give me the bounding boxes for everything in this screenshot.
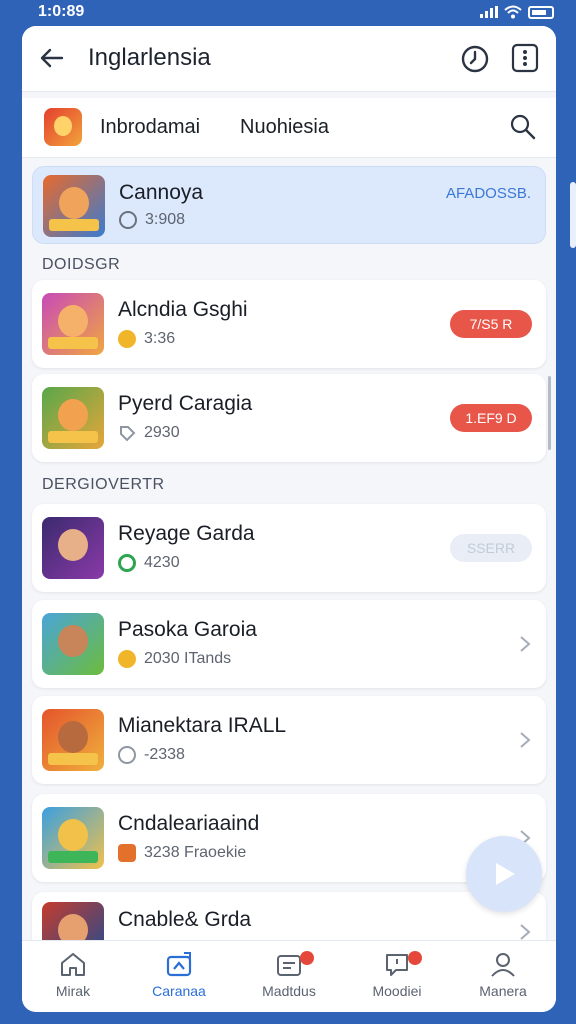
tab-left[interactable]: Inbrodamai bbox=[100, 116, 200, 139]
game-title: Alcndia Gsghi bbox=[118, 298, 248, 321]
nav-item-matches[interactable]: Madtdus bbox=[244, 949, 334, 999]
scrollbar[interactable] bbox=[548, 376, 551, 450]
status-icons bbox=[480, 5, 554, 19]
coin-icon bbox=[118, 650, 136, 668]
game-thumbnail bbox=[42, 807, 104, 869]
chevron-right-icon[interactable] bbox=[518, 730, 532, 750]
game-subtitle: 2930 bbox=[118, 424, 180, 442]
list-item[interactable]: Reyage Garda 4230 SSERR bbox=[32, 504, 546, 592]
inbox-icon bbox=[277, 955, 301, 976]
history-icon[interactable] bbox=[458, 42, 492, 76]
game-title: Pyerd Caragia bbox=[118, 392, 253, 415]
list-item[interactable]: Mianektara IRALL -2338 bbox=[32, 696, 546, 784]
game-thumbnail bbox=[42, 387, 104, 449]
game-thumbnail bbox=[43, 175, 105, 237]
action-button[interactable]: 1.EF9 D bbox=[450, 404, 532, 432]
list-item[interactable]: Alcndia Gsghi 3:36 7/S5 R bbox=[32, 280, 546, 368]
game-title: Cannoya bbox=[119, 181, 204, 204]
game-thumbnail bbox=[42, 613, 104, 675]
nav-label: Moodiei bbox=[372, 983, 422, 999]
game-subtitle: -2338 bbox=[118, 746, 185, 764]
nav-label: Manera bbox=[479, 983, 527, 999]
play-icon bbox=[496, 863, 515, 885]
selected-action[interactable]: AFADOSSB. bbox=[446, 185, 531, 202]
game-sub-value: 3:908 bbox=[145, 211, 186, 228]
game-title: Pasoka Garoia bbox=[118, 618, 257, 641]
game-sub-value: 3:36 bbox=[144, 330, 176, 347]
action-button[interactable]: SSERR bbox=[450, 534, 532, 562]
game-logo bbox=[44, 108, 82, 146]
app-bar: Inglarlensia bbox=[22, 26, 556, 92]
battery-icon bbox=[528, 5, 554, 19]
game-sub-value: 2030 ITands bbox=[144, 650, 232, 667]
section-label-second: DERGIOVERTR bbox=[42, 476, 165, 493]
message-icon bbox=[386, 954, 408, 976]
link-icon bbox=[119, 211, 137, 229]
section-label-first: DOIDSGR bbox=[42, 256, 121, 273]
game-thumbnail bbox=[42, 293, 104, 355]
game-title: Mianektara IRALL bbox=[118, 714, 287, 737]
more-menu-icon[interactable] bbox=[510, 42, 540, 74]
nav-label: Mirak bbox=[55, 983, 91, 999]
game-sub-value: 4230 bbox=[144, 554, 180, 571]
tag-icon bbox=[120, 426, 136, 442]
game-thumbnail bbox=[42, 517, 104, 579]
status-icon bbox=[118, 746, 136, 764]
chevron-right-icon[interactable] bbox=[518, 922, 532, 942]
games-icon bbox=[166, 952, 192, 977]
signal-icon bbox=[480, 6, 498, 18]
back-arrow-icon[interactable] bbox=[36, 42, 68, 74]
game-sub-value: 3238 Fraoekie bbox=[144, 844, 247, 861]
selected-game-card[interactable]: Cannoya 3:908 AFADOSSB. bbox=[32, 166, 546, 244]
nav-item-games[interactable]: Caranaa bbox=[134, 949, 224, 999]
list-item[interactable]: Pyerd Caragia 2930 1.EF9 D bbox=[32, 374, 546, 462]
side-edge bbox=[570, 182, 576, 248]
status-bar: 1:0:89 bbox=[0, 0, 576, 26]
page-title: Inglarlensia bbox=[88, 44, 211, 71]
bag-icon bbox=[118, 844, 136, 862]
nav-item-messages[interactable]: Moodiei bbox=[352, 949, 442, 999]
play-button[interactable] bbox=[466, 836, 542, 912]
game-header: Inbrodamai Nuohiesia bbox=[22, 98, 556, 158]
profile-icon bbox=[491, 953, 515, 977]
game-title: Cnable& Grda bbox=[118, 908, 252, 931]
game-subtitle: 3238 Fraoekie bbox=[118, 844, 246, 862]
notification-badge bbox=[408, 951, 422, 965]
game-subtitle: 4230 bbox=[118, 554, 180, 572]
list-item[interactable]: Pasoka Garoia 2030 ITands bbox=[32, 600, 546, 688]
game-subtitle: 3:36 bbox=[118, 330, 175, 348]
nav-label: Caranaa bbox=[152, 983, 206, 999]
bottom-nav: Mirak Caranaa Madtdus Moodiei Manera bbox=[22, 940, 556, 1012]
game-title: Reyage Garda bbox=[118, 522, 255, 545]
action-button[interactable]: 7/S5 R bbox=[450, 310, 532, 338]
refresh-icon bbox=[118, 554, 136, 572]
home-icon bbox=[61, 953, 85, 976]
game-subtitle: 3:908 bbox=[119, 211, 185, 229]
notification-badge bbox=[300, 951, 314, 965]
game-thumbnail bbox=[42, 709, 104, 771]
app-window: Inglarlensia Inbrodamai Nuohiesia Cannoy… bbox=[22, 26, 556, 1012]
tab-right[interactable]: Nuohiesia bbox=[240, 116, 329, 139]
coin-icon bbox=[118, 330, 136, 348]
nav-item-profile[interactable]: Manera bbox=[458, 949, 548, 999]
search-icon[interactable] bbox=[508, 112, 538, 142]
game-title: Cndaleariaaind bbox=[118, 812, 260, 835]
chevron-right-icon[interactable] bbox=[518, 634, 532, 654]
game-subtitle: 2030 ITands bbox=[118, 650, 231, 668]
game-sub-value: -2338 bbox=[144, 746, 185, 763]
status-time: 1:0:89 bbox=[38, 3, 85, 20]
game-sub-value: 2930 bbox=[144, 424, 180, 441]
nav-item-home[interactable]: Mirak bbox=[28, 949, 118, 999]
nav-label: Madtdus bbox=[262, 983, 316, 999]
wifi-icon bbox=[504, 5, 522, 19]
